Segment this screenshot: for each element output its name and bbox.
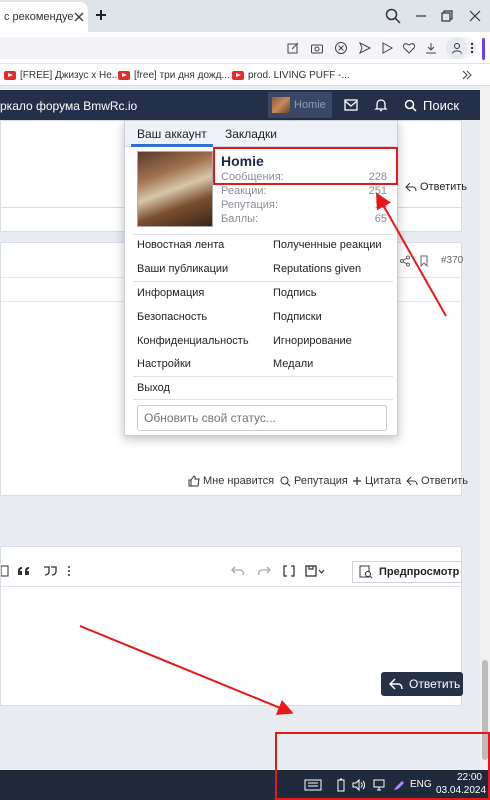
quote-button[interactable]: Цитата — [352, 474, 401, 488]
send-icon[interactable] — [358, 41, 372, 55]
site-title[interactable]: ркало форума BmwRc.io — [0, 99, 137, 113]
edit-icon[interactable] — [286, 41, 300, 55]
bell-icon[interactable] — [374, 98, 388, 112]
youtube-icon — [4, 70, 16, 80]
browser-tab[interactable]: с рекомендует - Ca — [0, 2, 88, 32]
profile-avatar[interactable] — [137, 151, 213, 227]
stat-label-points: Баллы: — [221, 213, 259, 225]
play-icon[interactable] — [380, 41, 394, 55]
bookmark-icon[interactable] — [419, 255, 429, 267]
annotation-box — [213, 147, 398, 185]
active-tab-indicator — [131, 144, 213, 147]
envelope-icon[interactable] — [344, 99, 358, 111]
link-your-posts[interactable]: Ваши публикации — [137, 263, 228, 275]
link-reputations-given[interactable]: Reputations given — [273, 263, 361, 275]
dropdown-tabs: Ваш аккаунт Закладки — [125, 121, 397, 147]
bookmark-item[interactable]: [free] три дня дожд... — [118, 68, 230, 82]
bookmarks-bar: [FREE] Джизус x Не... [free] три дня дож… — [0, 64, 490, 86]
image-icon[interactable] — [1, 565, 9, 577]
plus-icon — [353, 477, 361, 485]
link-medals[interactable]: Медали — [273, 358, 313, 370]
download-icon[interactable] — [424, 41, 438, 55]
menu-dots-icon[interactable] — [468, 41, 476, 55]
minimize-icon[interactable] — [412, 7, 430, 25]
restore-icon[interactable] — [438, 7, 456, 25]
link-news-feed[interactable]: Новостная лента — [137, 239, 224, 251]
address-bar — [0, 32, 490, 64]
link-subscriptions[interactable]: Подписки — [273, 311, 322, 323]
bookmark-item[interactable]: [FREE] Джизус x Не... — [4, 68, 120, 82]
reply-icon — [389, 678, 403, 690]
share-icon[interactable] — [399, 255, 411, 267]
heart-icon[interactable] — [402, 41, 416, 55]
reply-icon — [405, 182, 417, 192]
like-button[interactable]: Мне нравится — [188, 474, 274, 488]
dropdown-divider — [133, 234, 393, 235]
more-vertical-icon[interactable] — [67, 565, 71, 577]
search-icon[interactable] — [384, 7, 402, 25]
close-window-icon[interactable] — [466, 7, 484, 25]
dropdown-divider — [133, 399, 393, 400]
profile-button[interactable] — [446, 37, 468, 59]
reputation-button[interactable]: Репутация — [280, 474, 348, 488]
stat-value-reputation: 18 — [374, 199, 387, 211]
submit-reply-button[interactable]: Ответить — [381, 672, 463, 696]
link-info[interactable]: Информация — [137, 287, 204, 299]
annotation-box — [275, 732, 490, 800]
chevron-right-icon[interactable] — [462, 69, 472, 81]
link-logout[interactable]: Выход — [137, 382, 170, 394]
link-privacy[interactable]: Конфиденциальность — [137, 335, 249, 347]
link-security[interactable]: Безопасность — [137, 311, 207, 323]
stat-value-reactions: 251 — [368, 185, 387, 197]
link-settings[interactable]: Настройки — [137, 358, 191, 370]
browser-tab-strip: с рекомендует - Ca — [0, 0, 490, 32]
preview-icon — [359, 565, 373, 579]
reply-link[interactable]: Ответить — [405, 181, 467, 193]
site-navbar: ркало форума BmwRc.io Homie Поиск — [0, 90, 480, 120]
link-received-reactions[interactable]: Полученные реакции — [273, 239, 382, 251]
tab-bookmarks[interactable]: Закладки — [225, 127, 277, 141]
camera-icon[interactable] — [310, 41, 324, 55]
thumbs-up-icon — [188, 475, 200, 487]
tab-title: с рекомендует - Ca — [4, 11, 74, 23]
quote-icon[interactable] — [17, 565, 31, 577]
youtube-icon — [232, 70, 244, 80]
stat-value-points: 65 — [374, 213, 387, 225]
preview-button[interactable]: Предпросмотр — [352, 561, 462, 583]
link-ignoring[interactable]: Игнорирование — [273, 335, 352, 347]
plus-icon[interactable] — [94, 8, 108, 22]
sidebar-accent — [482, 38, 485, 60]
redo-icon[interactable] — [257, 565, 271, 577]
link-signature[interactable]: Подпись — [273, 287, 317, 299]
post-number[interactable]: #370 — [441, 255, 463, 266]
status-input[interactable] — [137, 405, 387, 431]
account-menu-button[interactable]: Homie — [268, 92, 332, 118]
youtube-icon — [118, 70, 130, 80]
draft-icon[interactable] — [305, 565, 325, 577]
nav-search-button[interactable]: Поиск — [404, 94, 474, 116]
stat-label-reactions: Реакции: — [221, 185, 267, 197]
reply-button[interactable]: Ответить — [406, 474, 468, 488]
reply-icon — [406, 476, 418, 486]
nav-username: Homie — [294, 99, 326, 111]
tab-your-account[interactable]: Ваш аккаунт — [137, 127, 207, 141]
stat-label-reputation: Репутация: — [221, 199, 278, 211]
avatar — [272, 97, 290, 113]
close-icon[interactable] — [72, 10, 86, 24]
search-icon — [404, 99, 417, 112]
bbcode-icon[interactable] — [283, 565, 295, 577]
person-icon — [452, 43, 462, 54]
bookmark-item[interactable]: prod. LIVING PUFF -... — [232, 68, 350, 82]
dropdown-divider — [133, 281, 393, 282]
search-icon — [280, 476, 291, 486]
undo-icon[interactable] — [231, 565, 245, 577]
dropdown-divider — [133, 376, 393, 377]
code-icon[interactable] — [43, 565, 57, 577]
block-icon[interactable] — [334, 41, 348, 55]
